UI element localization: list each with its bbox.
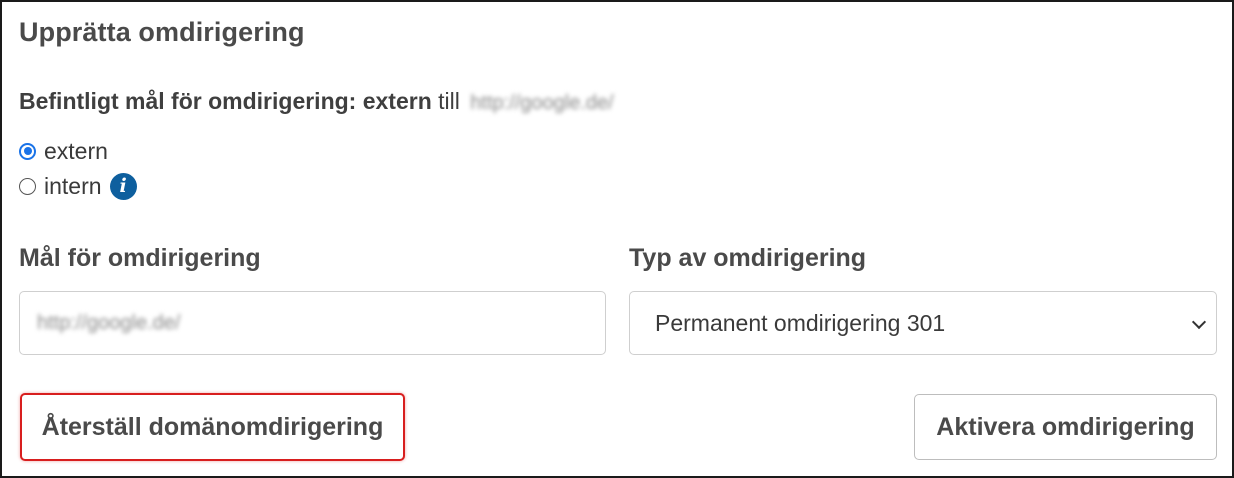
activate-redirect-button[interactable]: Aktivera omdirigering bbox=[914, 394, 1217, 460]
current-redirect-info: Befintligt mål för omdirigering: extern … bbox=[19, 88, 614, 115]
target-url-input[interactable]: http://google.de/ bbox=[19, 291, 606, 355]
redirect-type-selected: Permanent omdirigering 301 bbox=[655, 309, 946, 336]
radio-intern[interactable]: intern i bbox=[19, 172, 137, 200]
chevron-down-icon bbox=[1191, 314, 1207, 330]
type-label: Typ av omdirigering bbox=[629, 244, 867, 272]
redirect-type-select[interactable]: Permanent omdirigering 301 bbox=[629, 291, 1217, 355]
reset-domain-redirect-button[interactable]: Återställ domänomdirigering bbox=[20, 393, 405, 461]
radio-intern-label: intern bbox=[44, 172, 102, 199]
radio-extern[interactable]: extern bbox=[19, 138, 108, 164]
current-redirect-url: http://google.de/ bbox=[470, 92, 614, 114]
current-redirect-label: Befintligt mål för omdirigering: extern bbox=[19, 88, 432, 114]
panel-title: Upprätta omdirigering bbox=[19, 17, 305, 47]
target-label: Mål för omdirigering bbox=[19, 244, 261, 272]
target-url-value: http://google.de/ bbox=[37, 311, 181, 334]
info-icon[interactable]: i bbox=[109, 172, 137, 200]
current-redirect-connector: till bbox=[438, 88, 460, 114]
radio-extern-label: extern bbox=[44, 137, 108, 164]
redirect-panel: Upprätta omdirigering Befintligt mål för… bbox=[0, 0, 1234, 478]
radio-extern-indicator[interactable] bbox=[19, 142, 36, 160]
radio-intern-indicator[interactable] bbox=[19, 177, 36, 195]
